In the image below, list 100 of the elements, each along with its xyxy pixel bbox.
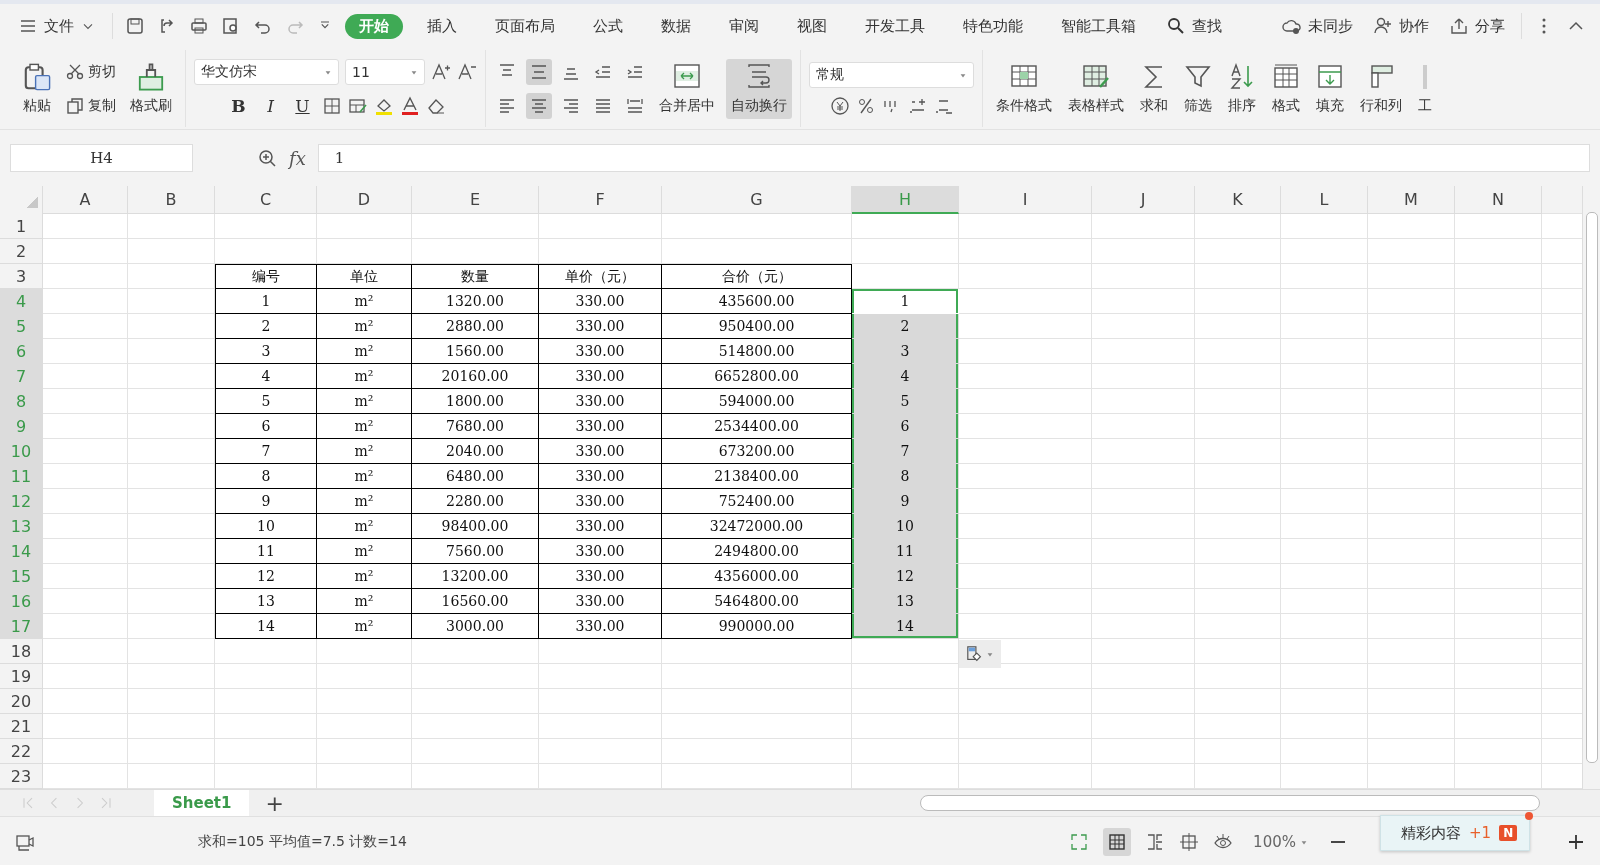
decrease-font-icon[interactable] bbox=[457, 61, 477, 82]
toolbar-button[interactable]: 分享 bbox=[1445, 14, 1509, 38]
toolbar-button[interactable]: 协作 bbox=[1369, 14, 1433, 38]
file-menu[interactable]: 文件 bbox=[14, 14, 100, 38]
border-icon[interactable] bbox=[321, 95, 342, 116]
function-label[interactable]: fx bbox=[289, 147, 306, 169]
column-header[interactable]: E bbox=[412, 186, 539, 214]
column-header[interactable]: C bbox=[215, 186, 317, 214]
number-format-field[interactable]: 常规 bbox=[809, 61, 974, 88]
table-cell: 数量 bbox=[412, 264, 539, 289]
toolbar-button[interactable]: 表格样式 bbox=[1063, 58, 1129, 119]
horizontal-scrollbar[interactable] bbox=[920, 795, 1540, 811]
underline-button[interactable]: U bbox=[289, 92, 316, 119]
ribbon-tab[interactable]: 页面布局 bbox=[481, 13, 569, 39]
column-header[interactable]: N bbox=[1455, 186, 1542, 214]
table-cell: 3 bbox=[852, 339, 959, 364]
table-cell: 2880.00 bbox=[412, 314, 539, 339]
cut-button[interactable]: 剪切 bbox=[62, 58, 119, 85]
toolbar-button[interactable]: 格式 bbox=[1267, 58, 1305, 119]
table-cell: 14 bbox=[852, 614, 959, 639]
table-cell: 6 bbox=[215, 414, 317, 439]
table-cell: 330.00 bbox=[539, 564, 662, 589]
table-cell: 1 bbox=[215, 289, 317, 314]
search-icon bbox=[1166, 16, 1186, 36]
zoom-icon[interactable] bbox=[257, 148, 277, 168]
toolbar-button[interactable]: 条件格式 bbox=[991, 58, 1057, 119]
toolbar-button[interactable]: 行和列 bbox=[1355, 58, 1407, 119]
wrap-text-button[interactable]: 自动换行 bbox=[726, 58, 792, 119]
macro-icon[interactable] bbox=[14, 832, 34, 852]
sheet-tab[interactable]: Sheet1 bbox=[154, 790, 250, 816]
table-cell: 6480.00 bbox=[412, 464, 539, 489]
paste-button[interactable]: 粘贴 bbox=[18, 58, 56, 119]
add-sheet-button[interactable]: + bbox=[259, 790, 290, 816]
table-cell: 11 bbox=[215, 539, 317, 564]
column-header[interactable]: K bbox=[1195, 186, 1281, 214]
formula-field[interactable]: 1 bbox=[317, 144, 1590, 172]
column-header[interactable]: I bbox=[959, 186, 1092, 214]
toolbar-button[interactable]: 筛选 bbox=[1179, 58, 1217, 119]
bold-button[interactable]: B bbox=[225, 92, 252, 119]
vertical-scrollbar[interactable] bbox=[1582, 186, 1600, 789]
table-cell: 330.00 bbox=[539, 289, 662, 314]
page-layout-icon[interactable] bbox=[1179, 832, 1200, 852]
ribbon-tab[interactable]: 插入 bbox=[413, 13, 471, 39]
toolbar-button[interactable]: 未同步 bbox=[1278, 14, 1357, 38]
table-cell: 16560.00 bbox=[412, 589, 539, 614]
column-header[interactable]: G bbox=[662, 186, 852, 214]
table-cell: 1 bbox=[852, 289, 959, 314]
font-size-field[interactable]: 11 bbox=[345, 58, 425, 85]
table-cell: 2 bbox=[852, 314, 959, 339]
toolbar-button[interactable]: 工 bbox=[1413, 58, 1437, 119]
ribbon-tab[interactable]: 公式 bbox=[579, 13, 637, 39]
column-header[interactable]: B bbox=[128, 186, 215, 214]
toolbar-button[interactable]: 求和 bbox=[1135, 58, 1173, 119]
font-name-field[interactable]: 华文仿宋 bbox=[194, 58, 339, 85]
table-cell: 330.00 bbox=[539, 514, 662, 539]
zoom-level[interactable]: 100% bbox=[1247, 832, 1314, 852]
column-header[interactable]: L bbox=[1281, 186, 1368, 214]
ribbon-tab[interactable]: 特色功能 bbox=[949, 13, 1037, 39]
column-header[interactable]: F bbox=[539, 186, 662, 214]
align-button[interactable] bbox=[526, 92, 552, 119]
save-icon[interactable] bbox=[125, 16, 145, 36]
normal-view-button[interactable] bbox=[1103, 828, 1132, 856]
column-header[interactable]: J bbox=[1092, 186, 1195, 214]
table-cell: 1800.00 bbox=[412, 389, 539, 414]
ribbon-tab[interactable]: 智能工具箱 bbox=[1047, 13, 1150, 39]
italic-button[interactable]: I bbox=[257, 92, 284, 119]
table-cell: 330.00 bbox=[539, 539, 662, 564]
currency-icon[interactable] bbox=[829, 95, 850, 116]
table-cell: 1560.00 bbox=[412, 339, 539, 364]
caret-icon bbox=[986, 650, 994, 658]
merge-button[interactable]: 合并居中 bbox=[654, 58, 720, 119]
align-button[interactable] bbox=[526, 58, 552, 85]
fullscreen-icon[interactable] bbox=[1069, 832, 1090, 852]
table-cell: 330.00 bbox=[539, 464, 662, 489]
column-header[interactable]: A bbox=[43, 186, 128, 214]
copy-button[interactable]: 复制 bbox=[62, 92, 119, 119]
increase-font-icon[interactable] bbox=[431, 61, 451, 82]
toolbar-button[interactable]: 排序 bbox=[1223, 58, 1261, 119]
table-cell: 9 bbox=[852, 489, 959, 514]
search-button[interactable]: 查找 bbox=[1162, 14, 1226, 38]
font-color-icon[interactable] bbox=[399, 95, 420, 116]
table-cell: 4 bbox=[215, 364, 317, 389]
ribbon-tab[interactable]: 审阅 bbox=[715, 13, 773, 39]
merge-cells-icon bbox=[673, 62, 701, 91]
column-header[interactable]: D bbox=[317, 186, 412, 214]
format-painter-button[interactable]: 格式刷 bbox=[125, 58, 177, 119]
table-cell: 13 bbox=[852, 589, 959, 614]
paste-options-button[interactable] bbox=[959, 640, 1001, 668]
table-cell: 330.00 bbox=[539, 314, 662, 339]
ribbon-tab[interactable]: 数据 bbox=[647, 13, 705, 39]
print-icon[interactable] bbox=[189, 16, 209, 36]
ribbon-tab[interactable]: 开发工具 bbox=[851, 13, 939, 39]
ribbon-tab[interactable]: 视图 bbox=[783, 13, 841, 39]
copy-icon bbox=[65, 95, 85, 116]
toolbar-button[interactable]: 填充 bbox=[1311, 58, 1349, 119]
name-box[interactable]: H4 bbox=[10, 144, 193, 172]
notification-popup[interactable]: 精彩内容 +1 N bbox=[1380, 815, 1531, 851]
column-header[interactable]: M bbox=[1368, 186, 1455, 214]
share-icon bbox=[1449, 16, 1469, 36]
zoom-in-icon[interactable] bbox=[1566, 832, 1586, 852]
